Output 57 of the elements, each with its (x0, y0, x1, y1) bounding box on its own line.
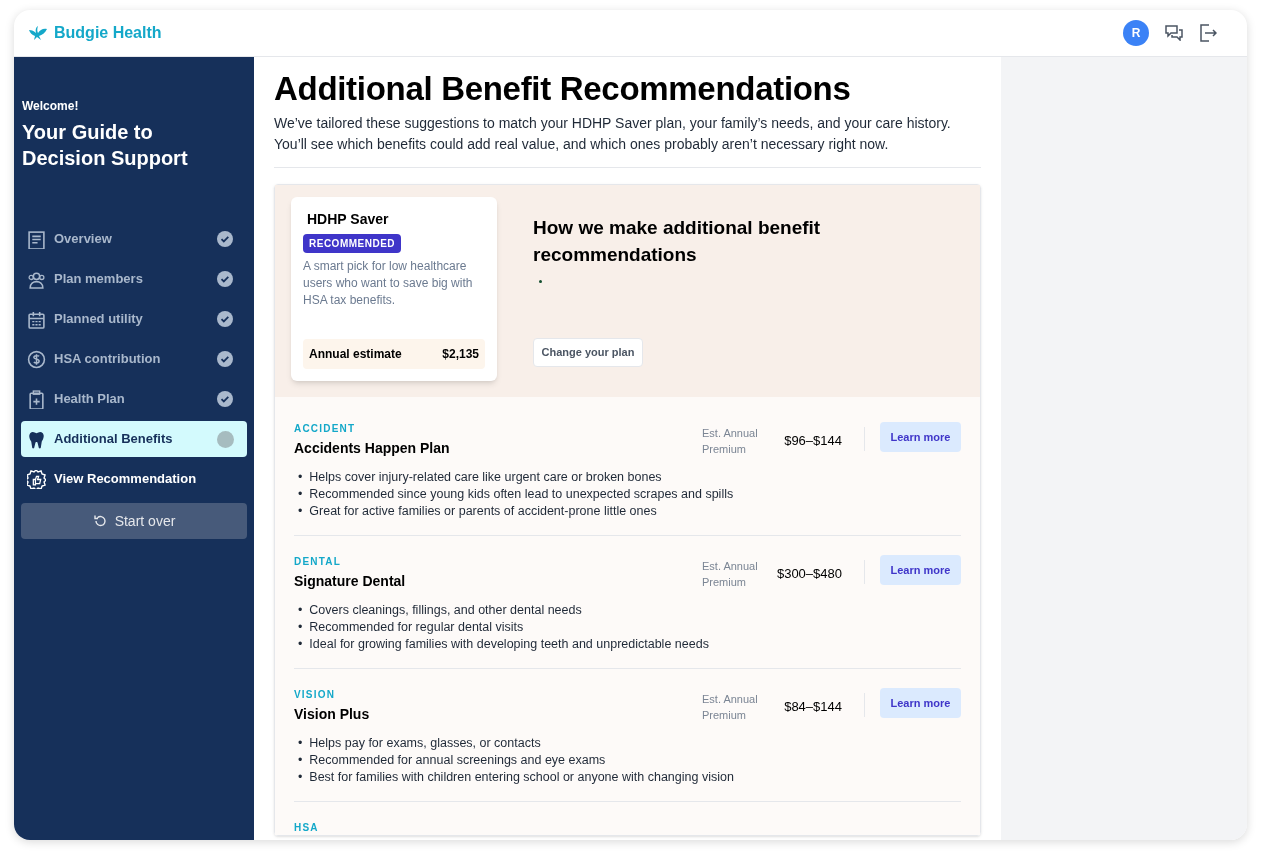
premium-label: Est. Annual Premium (702, 559, 759, 590)
calendar-icon (27, 309, 46, 329)
thumbs-up-badge-icon (27, 469, 46, 489)
change-plan-button[interactable]: Change your plan (533, 338, 643, 367)
tooth-icon (27, 429, 46, 449)
premium-price: $84–$144 (783, 698, 842, 716)
sidebar-step[interactable]: Health Plan (21, 381, 247, 417)
undo-icon (92, 514, 107, 528)
benefit-name: Vision Plus (294, 705, 371, 724)
start-over-button[interactable]: Start over (21, 503, 247, 539)
category-label: ACCIDENT (294, 422, 357, 436)
estimate-value: $2,135 (442, 346, 479, 363)
people-icon (27, 269, 46, 289)
category-label: VISION (294, 688, 337, 702)
user-avatar[interactable]: R (1123, 20, 1149, 46)
bullet-text: • Helps cover injury-related care like urgent care or broken bones (298, 469, 662, 486)
sidebar-title: Your Guide to Decision Support (21, 120, 189, 171)
learn-more-button[interactable]: Learn more (880, 422, 961, 452)
premium-price: $96–$144 (783, 432, 842, 450)
premium-label: Est. Annual Premium (702, 426, 759, 457)
estimate-label: Annual estimate (309, 346, 402, 363)
recommended-badge: RECOMMENDED (303, 234, 402, 253)
chat-icon[interactable] (1165, 25, 1183, 41)
sidebar-step[interactable]: Plan members (21, 261, 247, 297)
category-label: DENTAL (294, 555, 342, 569)
bullet-text: • Recommended since young kids often lead to unexpected scrapes and spills (298, 486, 734, 503)
premium-label: Est. Annual Premium (702, 692, 759, 723)
sidebar-step[interactable]: Planned utility (21, 301, 247, 337)
plan-name: HDHP Saver (306, 210, 390, 229)
benefit-name: Signature Dental (294, 572, 407, 591)
sidebar-step[interactable]: View Recommendation (21, 461, 247, 497)
bullet-text: • Great for active families or parents of accident-prone little ones (298, 503, 657, 520)
bullet-text: • Covers cleanings, fillings, and other dental needs (298, 602, 582, 619)
plan-description: A smart pick for low healthcare users who want to save big with HSA tax benefits. (303, 258, 474, 309)
bullet-text: • Best for families with children entering school or anyone with changing vision (298, 769, 734, 786)
dollar-icon (27, 349, 46, 369)
bullet-text: • Ideal for growing families with developing teeth and unpredictable needs (298, 636, 709, 653)
page-title: Additional Benefit Recommendations (274, 69, 852, 109)
logout-icon[interactable] (1199, 24, 1217, 42)
sidebar-step[interactable]: Overview (21, 221, 247, 257)
premium-price: $300–$480 (775, 565, 842, 583)
bullet-text: • Recommended for regular dental visits (298, 619, 524, 636)
benefit-name: Accidents Happen Plan (294, 439, 451, 458)
bullet-text: • Helps pay for exams, glasses, or contacts (298, 735, 541, 752)
clipboard-icon (27, 389, 46, 409)
section-heading: How we make additional benefit recommendations (533, 216, 822, 267)
category-label: HSA (294, 821, 320, 835)
welcome-text: Welcome! (21, 98, 80, 115)
bullet-text: • Recommended for annual screenings and eye exams (298, 752, 606, 769)
sidebar-step[interactable]: HSA contribution (21, 341, 247, 377)
bird-logo-icon (28, 24, 48, 42)
brand-name: Budgie Health (54, 23, 162, 43)
page-description: We’ve tailored these suggestions to match your HDHP Saver plan, your family’s needs, and your care history. You’ll see which benefits could add real value, and which ones probably aren’t necessary right now. (274, 114, 952, 154)
learn-more-button[interactable]: Learn more (880, 555, 961, 585)
learn-more-button[interactable]: Learn more (880, 688, 961, 718)
sidebar-step[interactable]: Additional Benefits (21, 421, 247, 457)
document-icon (27, 229, 46, 249)
